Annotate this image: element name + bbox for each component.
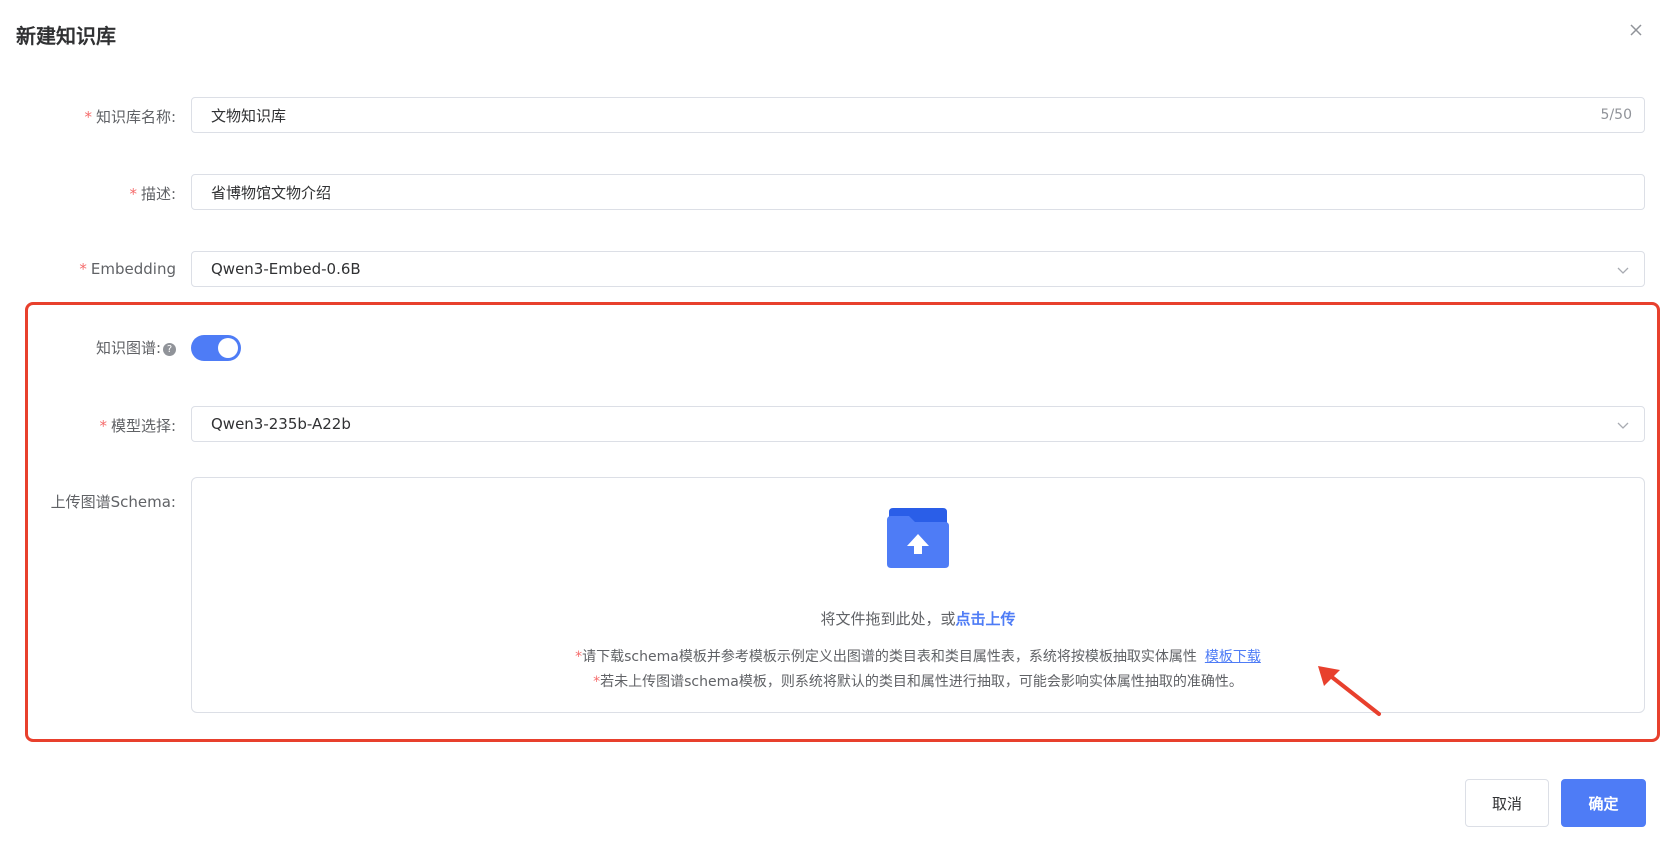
name-input-box: 5/50 [191,97,1645,133]
schema-hint-2: *若未上传图谱schema模板，则系统将默认的类目和属性进行抽取，可能会影响实体… [593,674,1243,690]
knowledge-graph-label: 知识图谱:? [96,337,176,358]
description-label: * 描述: [129,185,176,203]
cancel-button[interactable]: 取消 [1465,779,1549,827]
embedding-select[interactable]: Qwen3-Embed-0.6B [191,251,1645,287]
name-char-counter: 5/50 [1600,107,1632,123]
description-input[interactable] [192,175,1644,209]
chevron-down-icon [1617,267,1629,274]
schema-upload-dropzone[interactable]: 将文件拖到此处，或点击上传 *请下载schema模板并参考模板示例定义出图谱的类… [191,477,1645,713]
model-select-value: Qwen3-235b-A22b [211,415,351,433]
required-mark: * [84,108,92,126]
folder-upload-icon [887,508,949,568]
toggle-knob [218,338,238,358]
knowledge-graph-toggle[interactable] [191,335,241,361]
model-label: * 模型选择: [99,417,176,435]
required-mark: * [129,185,137,203]
question-circle-icon[interactable]: ? [163,343,176,356]
model-select[interactable]: Qwen3-235b-A22b [191,406,1645,442]
required-mark: * [99,417,107,435]
name-input[interactable] [192,98,1644,132]
dialog-title: 新建知识库 [16,24,116,48]
embedding-label: * Embedding [79,260,176,278]
schema-upload-label: 上传图谱Schema: [50,493,176,511]
schema-hint-1: *请下载schema模板并参考模板示例定义出图谱的类目表和类目属性表，系统将按模… [575,649,1261,665]
embedding-select-value: Qwen3-Embed-0.6B [211,260,361,278]
template-download-link[interactable]: 模板下载 [1205,649,1261,665]
close-icon[interactable] [1628,22,1644,38]
annotation-arrow-icon [1318,666,1381,716]
description-input-box [191,174,1645,210]
required-mark: * [79,260,87,278]
confirm-button[interactable]: 确定 [1561,779,1646,827]
chevron-down-icon [1617,422,1629,429]
click-upload-link[interactable]: 点击上传 [956,610,1016,628]
upload-drag-text: 将文件拖到此处，或点击上传 [820,610,1016,628]
name-label: * 知识库名称: [84,108,176,126]
